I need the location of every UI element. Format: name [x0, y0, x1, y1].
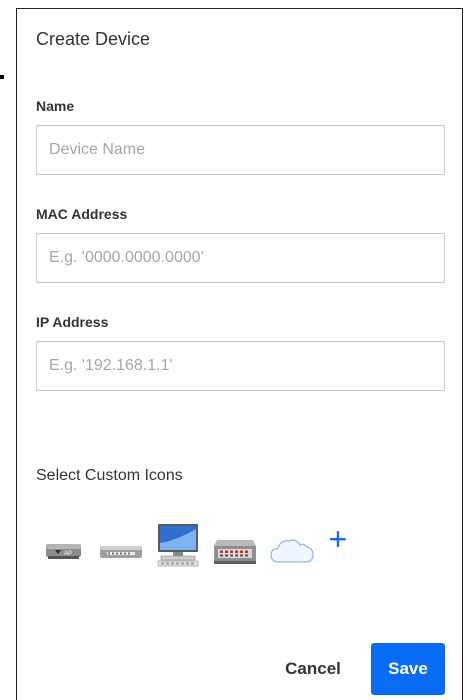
cancel-button[interactable]: Cancel — [273, 643, 353, 695]
firewall-router-icon[interactable] — [213, 537, 257, 565]
ip-address-label: IP Address — [36, 314, 109, 330]
cloud-icon[interactable] — [269, 537, 315, 565]
dialog-actions: Cancel Save — [17, 643, 464, 695]
add-icon[interactable]: + — [323, 523, 353, 557]
name-label: Name — [36, 98, 75, 114]
mac-address-input[interactable] — [36, 233, 445, 283]
custom-icons-row: AP + — [45, 523, 365, 573]
select-custom-icons-label: Select Custom Icons — [36, 467, 183, 484]
dialog-title: Create Device — [36, 29, 151, 49]
access-point-icon[interactable]: AP — [45, 541, 83, 563]
access-point-label: AP — [64, 551, 72, 557]
ip-address-input[interactable] — [36, 341, 445, 391]
network-switch-icon[interactable] — [99, 543, 143, 561]
device-name-input[interactable] — [36, 125, 445, 175]
stray-marker — [0, 75, 4, 79]
save-button[interactable]: Save — [371, 643, 445, 695]
create-device-dialog: Create Device Name MAC Address IP Addres… — [16, 8, 463, 700]
workstation-monitor-icon[interactable] — [155, 523, 201, 567]
mac-address-label: MAC Address — [36, 206, 128, 222]
page: Create Device Name MAC Address IP Addres… — [0, 0, 466, 700]
